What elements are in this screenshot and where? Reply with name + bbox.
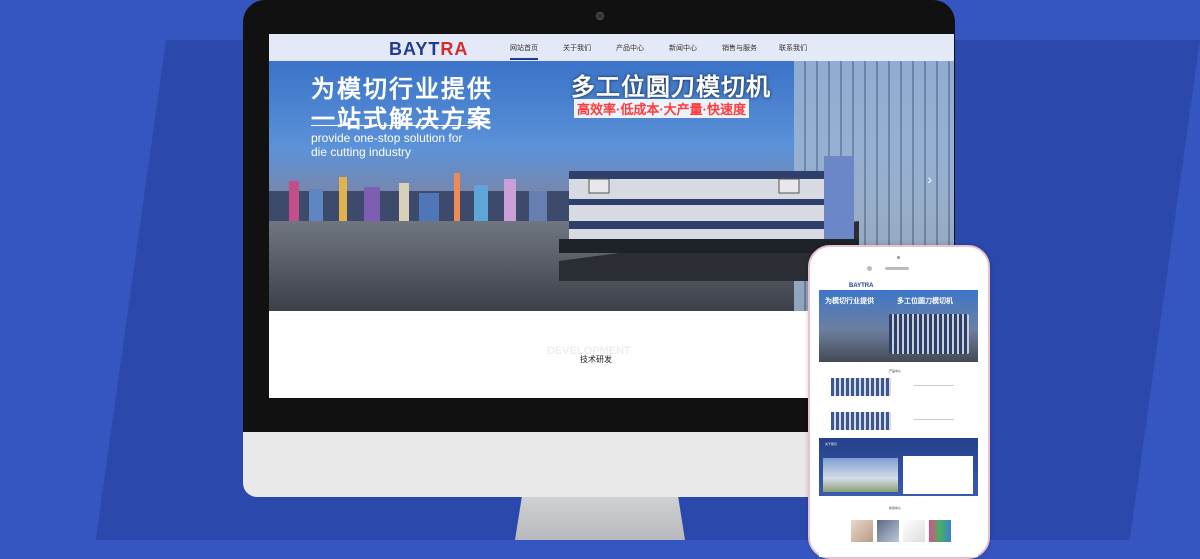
logo-main-text: BAYT [389,39,441,59]
logo-accent-text: RA [440,39,469,59]
product-subtitle: 高效率·低成本·大产量·快速度 [574,99,749,118]
mobile-news-thumb[interactable] [877,520,899,542]
city-skyline-image [269,173,589,221]
headline-cn-line2: 一站式解决方案 [311,106,493,133]
nav-item-contact[interactable]: 联系我们 [779,43,807,53]
webcam-icon [596,12,604,20]
mobile-screen: BAYTRA 为模切行业提供 多工位圆刀模切机 产品中心 关于我们 新闻中心 [819,280,978,557]
nav-item-news[interactable]: 新闻中心 [669,43,697,53]
phone-camera-icon [867,266,872,271]
phone-sensor-icon [897,256,900,259]
monitor-stand [515,497,685,540]
mobile-factory-image [823,458,898,492]
mobile-text-line [914,385,954,386]
mobile-about-card [903,456,973,494]
nav-item-home[interactable]: 网站首页 [510,43,538,60]
phone-speaker-icon [885,267,909,270]
mobile-news-thumb[interactable] [851,520,873,542]
nav-item-sales-service[interactable]: 销售与服务 [722,43,757,53]
headline-en-line2: die cutting industry [311,145,412,159]
mobile-news-thumb[interactable] [929,520,951,542]
mobile-machine-image [889,314,969,354]
carousel-next-button[interactable]: › [927,171,932,187]
mobile-news-title: 新闻中心 [889,506,902,510]
mobile-products-title: 产品中心 [889,369,902,373]
mobile-text-line [914,419,954,420]
mobile-product-image[interactable] [831,378,891,396]
mobile-hero-banner: 为模切行业提供 多工位圆刀模切机 [819,290,978,362]
mobile-phone: BAYTRA 为模切行业提供 多工位圆刀模切机 产品中心 关于我们 新闻中心 [808,245,990,559]
mobile-logo[interactable]: BAYTRA [849,283,873,289]
product-title: 多工位圆刀模切机 [571,74,771,101]
nav-item-products[interactable]: 产品中心 [616,43,644,53]
mobile-news-section: 新闻中心 [819,502,978,557]
mobile-banner-product: 多工位圆刀模切机 [897,298,953,305]
section-title-cn: 技术研发 [580,355,612,364]
top-navbar: BAYTRA 网站首页 关于我们 产品中心 新闻中心 销售与服务 联系我们 [269,34,954,61]
baytra-logo[interactable]: BAYTRA [389,39,468,60]
headline-en-line1: provide one-stop solution for [311,131,463,145]
mobile-about-section: 关于我们 [819,438,978,496]
mobile-news-thumb[interactable] [903,520,925,542]
mobile-about-title: 关于我们 [825,442,838,446]
mobile-banner-headline: 为模切行业提供 [825,298,874,305]
mobile-product-image[interactable] [831,412,891,430]
nav-item-about[interactable]: 关于我们 [563,43,591,53]
